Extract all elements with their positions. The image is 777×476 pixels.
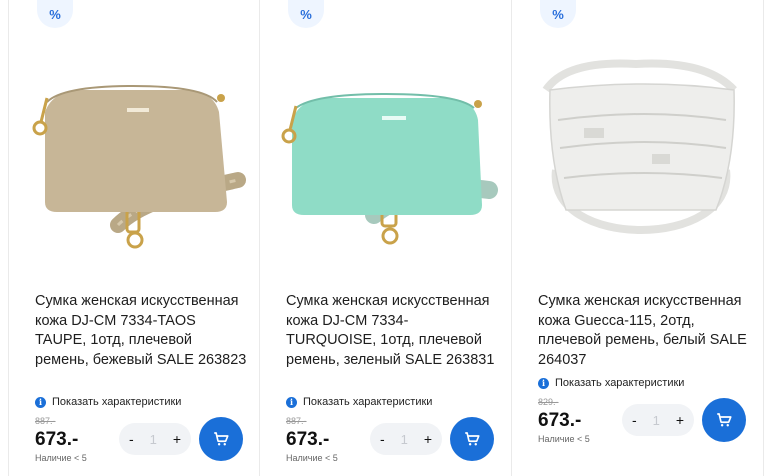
- availability: Наличие < 5: [286, 453, 338, 463]
- price: 673.-: [538, 410, 582, 431]
- sale-badge: %: [37, 0, 73, 28]
- sale-badge: %: [540, 0, 576, 28]
- old-price: 887.-: [35, 416, 56, 426]
- product-image[interactable]: [23, 50, 247, 270]
- product-image[interactable]: [526, 50, 750, 270]
- decrement-button[interactable]: -: [380, 431, 385, 447]
- add-to-cart-button[interactable]: [702, 398, 746, 442]
- product-card[interactable]: % Сумка женская искусственная кожа DJ-CM…: [8, 0, 260, 476]
- old-price: 887.-: [286, 416, 307, 426]
- availability: Наличие < 5: [538, 434, 590, 444]
- decrement-button[interactable]: -: [129, 431, 134, 447]
- product-title[interactable]: Сумка женская искусственная кожа Guecca-…: [538, 292, 750, 370]
- price: 673.-: [35, 429, 79, 450]
- show-characteristics-link[interactable]: i Показать характеристики: [35, 396, 181, 408]
- show-characteristics-label: Показать характеристики: [52, 396, 182, 408]
- decrement-button[interactable]: -: [632, 412, 637, 428]
- quantity-stepper: - 1 +: [119, 423, 191, 455]
- increment-button[interactable]: +: [424, 431, 432, 447]
- show-characteristics-label: Показать характеристики: [303, 396, 433, 408]
- quantity-stepper: - 1 +: [622, 404, 694, 436]
- show-characteristics-link[interactable]: i Показать характеристики: [286, 396, 432, 408]
- availability: Наличие < 5: [35, 453, 87, 463]
- price: 673.-: [286, 429, 330, 450]
- product-grid: % Сумка женская искусственная кожа DJ-CM…: [0, 0, 777, 476]
- cart-icon: [465, 432, 480, 446]
- product-image[interactable]: [274, 50, 498, 270]
- product-title[interactable]: Сумка женская искусственная кожа DJ-CM 7…: [286, 292, 498, 370]
- quantity-value[interactable]: 1: [401, 432, 408, 447]
- sale-badge: %: [288, 0, 324, 28]
- info-icon: i: [35, 396, 46, 408]
- info-icon: i: [538, 377, 549, 389]
- cart-icon: [717, 413, 732, 427]
- add-to-cart-button[interactable]: [450, 417, 494, 461]
- info-icon: i: [286, 396, 297, 408]
- show-characteristics-link[interactable]: i Показать характеристики: [538, 377, 684, 389]
- old-price: 829.-: [538, 397, 559, 407]
- quantity-value[interactable]: 1: [150, 432, 157, 447]
- quantity-value[interactable]: 1: [653, 413, 660, 428]
- quantity-stepper: - 1 +: [370, 423, 442, 455]
- increment-button[interactable]: +: [676, 412, 684, 428]
- product-card[interactable]: % Сумка женская искусственная кожа Guecc…: [512, 0, 764, 476]
- cart-icon: [214, 432, 229, 446]
- show-characteristics-label: Показать характеристики: [555, 377, 685, 389]
- product-card[interactable]: % Сумка женская искусственная кожа DJ-CM…: [260, 0, 512, 476]
- product-title[interactable]: Сумка женская искусственная кожа DJ-CM 7…: [35, 292, 247, 370]
- increment-button[interactable]: +: [173, 431, 181, 447]
- add-to-cart-button[interactable]: [199, 417, 243, 461]
